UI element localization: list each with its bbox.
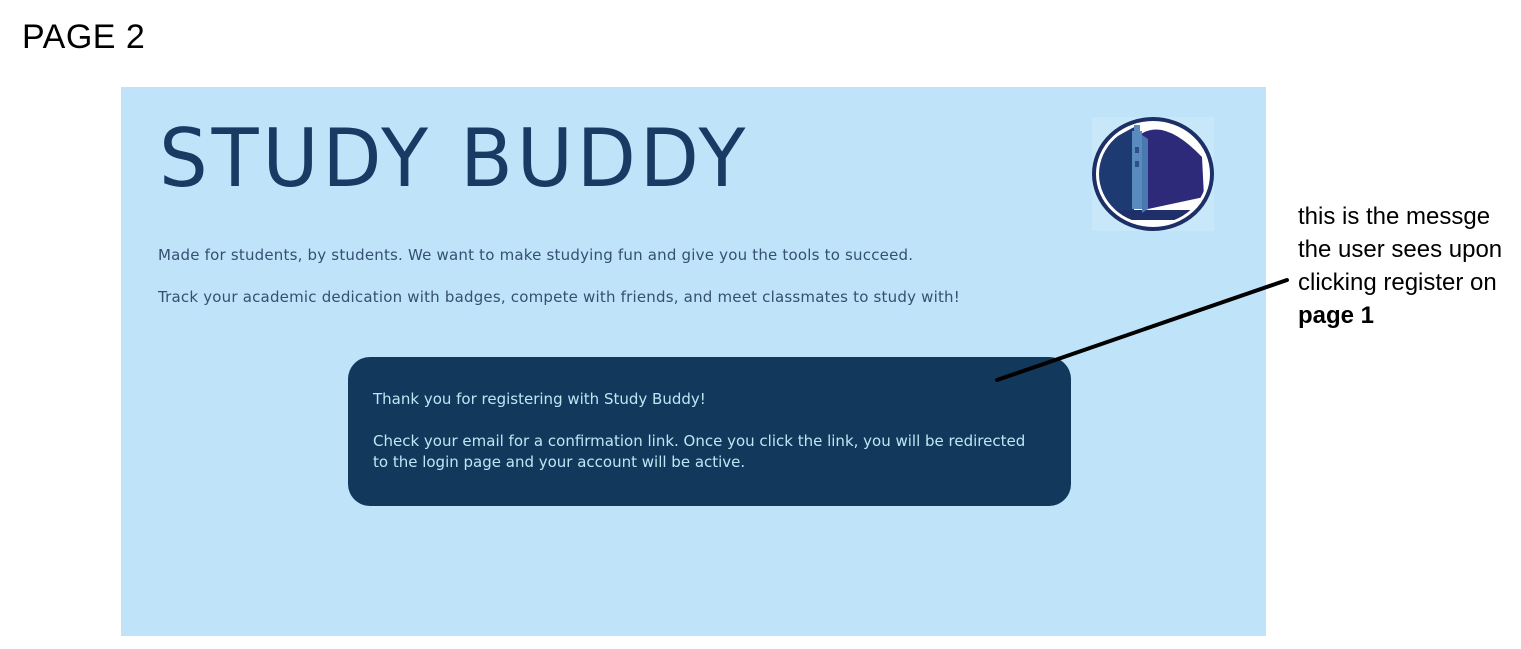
tower-logo-icon — [1092, 117, 1214, 231]
annotation-note: this is the messge the user sees upon cl… — [1298, 200, 1513, 332]
annotation-page-ref: page 1 — [1298, 302, 1375, 329]
annotation-text: this is the messge the user sees upon cl… — [1298, 203, 1503, 296]
tagline-2: Track your academic dedication with badg… — [158, 288, 960, 306]
registration-message-box: Thank you for registering with Study Bud… — [348, 357, 1071, 506]
mockup-panel: STUDY BUDDY Made for students, by studen… — [121, 87, 1266, 636]
message-instructions: Check your email for a confirmation link… — [373, 432, 1026, 471]
page-label: PAGE 2 — [22, 18, 146, 56]
app-title: STUDY BUDDY — [159, 112, 750, 205]
message-thanks: Thank you for registering with Study Bud… — [373, 390, 706, 408]
tagline-1: Made for students, by students. We want … — [158, 246, 914, 264]
